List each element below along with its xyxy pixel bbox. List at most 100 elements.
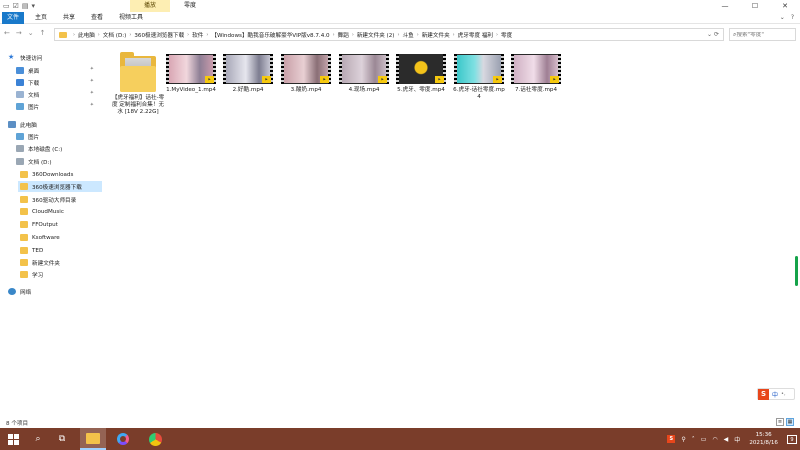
refresh-icon[interactable]: ⟳ [714, 31, 719, 38]
file-explorer-taskbar-button[interactable] [80, 428, 106, 450]
forward-arrow-icon[interactable]: → [16, 29, 22, 37]
video-file-item[interactable]: ▶ 7.话社零度.mp4 [509, 54, 563, 94]
browser-taskbar-button[interactable] [142, 428, 168, 450]
breadcrumb-douyu[interactable]: 斗鱼 [402, 31, 413, 39]
pin-icon: ✦ [89, 90, 94, 96]
taskbar-search-icon[interactable]: ⌕ [26, 428, 50, 450]
video-thumbnail: ▶ [223, 54, 273, 84]
tab-video-tools[interactable]: 视频工具 [114, 12, 148, 24]
breadcrumb-new-folder[interactable]: 新建文件夹 [422, 31, 450, 39]
recent-dropdown-icon[interactable]: ⌄ [28, 29, 34, 37]
ime-language[interactable]: 中 [772, 390, 778, 399]
nav-folder-ffoutput[interactable]: FFOutput [20, 219, 102, 230]
breadcrumb-huya-welfare[interactable]: 虎牙零度 福利 [458, 31, 493, 39]
nav-folder-360-browser-downloads[interactable]: 360极速浏览器下载 [18, 181, 102, 192]
nav-folder-360-driver[interactable]: 360驱动大师目录 [20, 194, 102, 205]
back-arrow-icon[interactable]: ← [4, 29, 10, 37]
ime-options[interactable]: •, [781, 391, 786, 397]
search-box[interactable]: ⌕ [729, 28, 796, 41]
file-name: 1.MyVideo_1.mp4 [166, 87, 216, 93]
breadcrumb-this-pc[interactable]: 此电脑 [78, 31, 95, 39]
tab-share[interactable]: 共享 [58, 12, 80, 24]
wifi-icon[interactable]: ◠ [712, 436, 717, 443]
folder-item[interactable]: 【虎牙福利】话社-零度 定制福利合集！无水 [18V 2.22G] [110, 52, 166, 116]
ime-toolbar[interactable]: S 中 •, [757, 388, 795, 400]
details-view-icon[interactable]: ≡ [776, 418, 784, 426]
breadcrumb-lingdu[interactable]: 零度 [501, 31, 512, 39]
tab-file[interactable]: 文件 [2, 12, 24, 24]
title-bar: ▭ ☑ ▤ ▾ 播放 零度 — ☐ ✕ [0, 0, 800, 12]
quick-access-toolbar: ▭ ☑ ▤ ▾ [3, 2, 35, 10]
clock[interactable]: 15:36 2021/8/16 [749, 431, 778, 447]
context-tab-play[interactable]: 播放 [130, 0, 170, 12]
tab-view[interactable]: 查看 [86, 12, 108, 24]
folder-icon [20, 259, 28, 266]
breadcrumb-360-downloads[interactable]: 360极速浏览器下载 [134, 31, 184, 39]
nav-pictures[interactable]: 图片 ✦ [16, 101, 102, 112]
folder-quick-icon[interactable]: ▭ [3, 2, 10, 10]
volume-icon[interactable]: ◀ [724, 436, 729, 443]
address-row: ← → ⌄ ↑ › 此电脑 › 文档 (D:) › 360极速浏览器下载 › 软… [0, 25, 800, 43]
nav-folder-new-folder[interactable]: 新建文件夹 [20, 257, 102, 268]
up-arrow-icon[interactable]: ↑ [40, 29, 46, 37]
video-file-icon: ▶ [262, 76, 271, 83]
expand-ribbon-icon[interactable]: ⌄ [780, 14, 785, 21]
nav-pc-pictures[interactable]: 图片 [16, 131, 102, 142]
video-file-item[interactable]: ▶ 1.MyVideo_1.mp4 [164, 54, 218, 94]
breadcrumb-dance[interactable]: 舞蹈 [338, 31, 349, 39]
vertical-scrollbar[interactable] [795, 256, 798, 286]
minimize-button[interactable]: — [710, 0, 740, 12]
chevron-up-icon[interactable]: ˄ [692, 436, 695, 443]
nav-folder-study[interactable]: 学习 [20, 269, 102, 280]
maximize-button[interactable]: ☐ [740, 0, 770, 12]
start-button[interactable] [0, 428, 26, 450]
chevron-right-icon: › [416, 31, 419, 38]
nav-downloads[interactable]: 下载 ✦ [16, 77, 102, 88]
address-dropdown-icon[interactable]: ⌄ [707, 31, 712, 38]
nav-network[interactable]: 网络 [8, 286, 102, 297]
network-icon [8, 288, 16, 295]
large-icons-view-icon[interactable]: ▦ [786, 418, 794, 426]
video-file-icon: ▶ [435, 76, 444, 83]
new-folder-quick-icon[interactable]: ▤ [22, 2, 29, 10]
notification-center-button[interactable]: 9 [784, 428, 800, 450]
video-file-item[interactable]: ▶ 4.现场.mp4 [337, 54, 391, 94]
close-button[interactable]: ✕ [770, 0, 800, 12]
nav-quick-access[interactable]: ★ 快速访问 [8, 52, 102, 63]
nav-folder-ted[interactable]: TED [20, 245, 102, 256]
nav-folder-cloudmusic[interactable]: CloudMusic [20, 206, 102, 217]
nav-drive-d[interactable]: 文档 (D:) [16, 156, 102, 167]
nav-desktop[interactable]: 桌面 ✦ [16, 65, 102, 76]
breadcrumb-software[interactable]: 软件 [192, 31, 203, 39]
tray-language[interactable]: 中 [734, 435, 740, 444]
task-view-icon[interactable]: ⧉ [50, 428, 74, 450]
video-file-item[interactable]: ▶ 2.好酷.mp4 [221, 54, 275, 94]
chevron-right-icon: › [351, 31, 354, 38]
nav-label: 快速访问 [20, 55, 43, 62]
nav-folder-360downloads[interactable]: 360Downloads [20, 169, 102, 180]
tab-home[interactable]: 主页 [30, 12, 52, 24]
nav-label: 文档 (D:) [28, 159, 52, 166]
video-file-item[interactable]: ▶ 3.酸奶.mp4 [279, 54, 333, 94]
help-icon[interactable]: ? [791, 14, 794, 21]
nav-documents[interactable]: 文档 ✦ [16, 89, 102, 100]
breadcrumb-new-folder-2[interactable]: 新建文件夹 (2) [357, 31, 395, 39]
breadcrumb-kuwo[interactable]: 【Windows】酷我音乐破解豪华VIP版v8.7.4.0 [211, 31, 329, 39]
video-file-item[interactable]: ▶ 5.虎牙、零度.mp4 [394, 54, 448, 94]
person-tray-icon[interactable]: ⚲ [681, 436, 685, 443]
video-file-item[interactable]: ▶ 6.虎牙-话社零度.mp4 [452, 54, 506, 101]
nav-label: TED [32, 247, 44, 254]
nav-local-disk-c[interactable]: 本地磁盘 (C:) [16, 143, 102, 154]
battery-icon[interactable]: ▭ [701, 436, 707, 443]
drive-icon [16, 158, 24, 165]
dropdown-quick-icon[interactable]: ▾ [32, 2, 36, 10]
app-taskbar-button[interactable] [110, 428, 136, 450]
address-bar[interactable]: › 此电脑 › 文档 (D:) › 360极速浏览器下载 › 软件 › 【Win… [54, 28, 724, 41]
sogou-tray-icon[interactable]: S [667, 435, 676, 443]
search-input[interactable] [736, 31, 789, 38]
nav-folder-ksoftware[interactable]: Ksoftware [20, 232, 102, 243]
nav-this-pc[interactable]: 此电脑 [8, 119, 102, 130]
breadcrumb-drive-d[interactable]: 文档 (D:) [103, 31, 127, 39]
checkbox-quick-icon[interactable]: ☑ [13, 2, 19, 10]
drive-icon [16, 145, 24, 152]
